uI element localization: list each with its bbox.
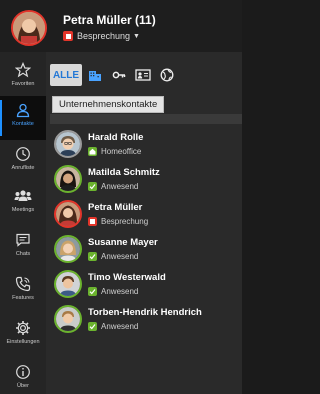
contact-status: Anwesend (88, 182, 138, 191)
checkmark-icon (88, 182, 97, 191)
header-title: Petra Müller (11) (63, 13, 156, 27)
sidebar-item-einstellungen[interactable]: Einstellungen (0, 314, 46, 358)
tab-alle[interactable]: ALLE (50, 64, 82, 86)
contact-list-item[interactable]: Timo Westerwald Anwesend (54, 270, 242, 302)
sidebar-item-label: Kontakte (12, 121, 34, 127)
status-label: Besprechung (77, 31, 131, 41)
globe-icon (160, 68, 174, 82)
contact-status: Besprechung (88, 217, 148, 226)
people-icon (14, 190, 32, 201)
sidebar-item-label: Features (12, 295, 34, 301)
contacts-panel: ALLE Unternehmenskontakte Harald Rolle H… (46, 52, 242, 394)
home-icon (88, 147, 97, 156)
info-icon (16, 365, 30, 379)
sidebar-item-anrufliste[interactable]: Anrufliste (0, 140, 46, 184)
contact-name: Petra Müller (88, 202, 143, 213)
status-dropdown[interactable]: Besprechung ▼ (63, 31, 140, 41)
contact-card-icon (135, 69, 151, 81)
contact-name: Susanne Mayer (88, 237, 158, 248)
contact-avatar (54, 130, 82, 158)
contact-status-label: Homeoffice (101, 147, 142, 156)
contact-name: Harald Rolle (88, 132, 144, 143)
contact-status-label: Anwesend (101, 287, 139, 296)
contact-list-item[interactable]: Petra Müller Besprechung (54, 200, 242, 232)
building-icon (89, 71, 101, 81)
app-header: Petra Müller (11) Besprechung ▼ (0, 0, 242, 52)
checkmark-icon (88, 252, 97, 261)
sidebar-item-label: Meetings (11, 207, 35, 213)
contact-avatar (54, 235, 82, 263)
contact-name: Matilda Schmitz (88, 167, 160, 178)
sidebar-item-chats[interactable]: Chats (0, 226, 46, 270)
sidebar-item-features[interactable]: Features (0, 270, 46, 314)
sidebar-item-label: Einstellungen (6, 339, 40, 345)
tooltip: Unternehmenskontakte (52, 96, 165, 113)
sidebar-item-label: Favoriten (11, 81, 35, 87)
tab-addressbook[interactable] (132, 64, 154, 86)
contact-avatar (54, 270, 82, 298)
sidebar-item-label: Anrufliste (11, 165, 35, 171)
chat-icon (16, 233, 30, 247)
contact-status: Anwesend (88, 252, 138, 261)
meeting-status-icon (88, 217, 97, 226)
tab-key[interactable] (108, 64, 130, 86)
tab-global[interactable] (156, 64, 178, 86)
contact-status-label: Anwesend (101, 322, 139, 331)
contact-status-label: Besprechung (101, 217, 149, 226)
contact-name: Torben-Hendrik Hendrich (88, 307, 202, 318)
checkmark-icon (88, 322, 97, 331)
contact-status-label: Anwesend (101, 182, 139, 191)
meeting-status-icon (63, 31, 73, 41)
chevron-down-icon: ▼ (133, 32, 140, 40)
contact-status-label: Anwesend (101, 252, 139, 261)
tab-company[interactable] (84, 64, 106, 86)
star-icon (15, 62, 31, 78)
sidebar: Favoriten Kontakte Anrufliste Meetings C… (0, 52, 46, 394)
sidebar-item-meetings[interactable]: Meetings (0, 182, 46, 226)
clock-icon (16, 147, 30, 161)
sidebar-item-favoriten[interactable]: Favoriten (0, 56, 46, 100)
contact-avatar (54, 165, 82, 193)
contact-avatar (54, 200, 82, 228)
sidebar-item-label: Über (17, 383, 29, 389)
sidebar-item-label: Chats (15, 251, 31, 257)
contact-list-item[interactable]: Matilda Schmitz Anwesend (54, 165, 242, 197)
search-bar[interactable] (50, 114, 242, 124)
phone-icon (15, 276, 31, 292)
contact-status: Homeoffice (88, 147, 141, 156)
key-icon (112, 71, 126, 79)
contact-status: Anwesend (88, 287, 138, 296)
sidebar-item-kontakte[interactable]: Kontakte (0, 96, 46, 140)
checkmark-icon (88, 287, 97, 296)
gear-icon (16, 321, 30, 335)
filter-tabs: ALLE (50, 62, 180, 88)
contact-list-item[interactable]: Susanne Mayer Anwesend (54, 235, 242, 267)
sidebar-item-ueber[interactable]: Über (0, 358, 46, 394)
user-avatar[interactable] (11, 10, 47, 46)
contact-list-item[interactable]: Harald Rolle Homeoffice (54, 130, 242, 162)
contact-name: Timo Westerwald (88, 272, 166, 283)
contact-status: Anwesend (88, 322, 138, 331)
person-icon (16, 103, 30, 118)
contact-list-item[interactable]: Torben-Hendrik Hendrich Anwesend (54, 305, 242, 337)
contact-avatar (54, 305, 82, 333)
